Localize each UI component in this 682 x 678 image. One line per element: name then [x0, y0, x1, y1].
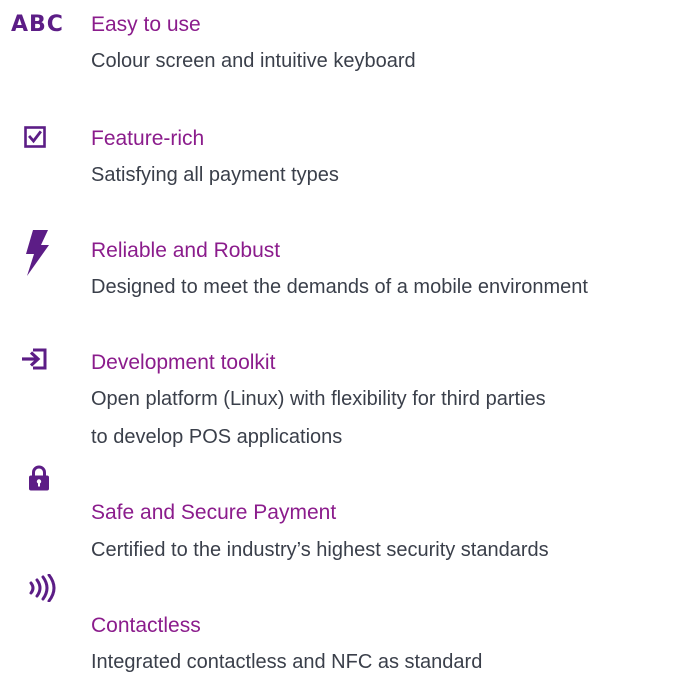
contactless-icon	[28, 574, 58, 602]
arrow-into-box-icon	[21, 348, 47, 370]
feature-description: Satisfying all payment types	[91, 164, 339, 186]
feature-description: Colour screen and intuitive keyboard	[91, 50, 416, 72]
feature-description: Certified to the industry’s highest secu…	[91, 539, 549, 561]
padlock-icon	[28, 465, 50, 491]
feature-description: Open platform (Linux) with flexibility f…	[91, 388, 546, 410]
feature-title: Easy to use	[91, 13, 201, 36]
feature-title: Safe and Secure Payment	[91, 501, 337, 524]
feature-title: Development toolkit	[91, 351, 276, 374]
feature-description: Integrated contactless and NFC as standa…	[91, 651, 483, 673]
lightning-bolt-icon	[24, 230, 50, 276]
checkbox-checked-icon	[24, 126, 46, 148]
feature-description: to develop POS applications	[91, 426, 343, 448]
feature-title: Reliable and Robust	[91, 239, 281, 262]
feature-title: Feature-rich	[91, 127, 205, 150]
feature-description: Designed to meet the demands of a mobile…	[91, 276, 588, 298]
abc-text-icon: ABC	[11, 12, 64, 37]
feature-title: Contactless	[91, 614, 201, 637]
